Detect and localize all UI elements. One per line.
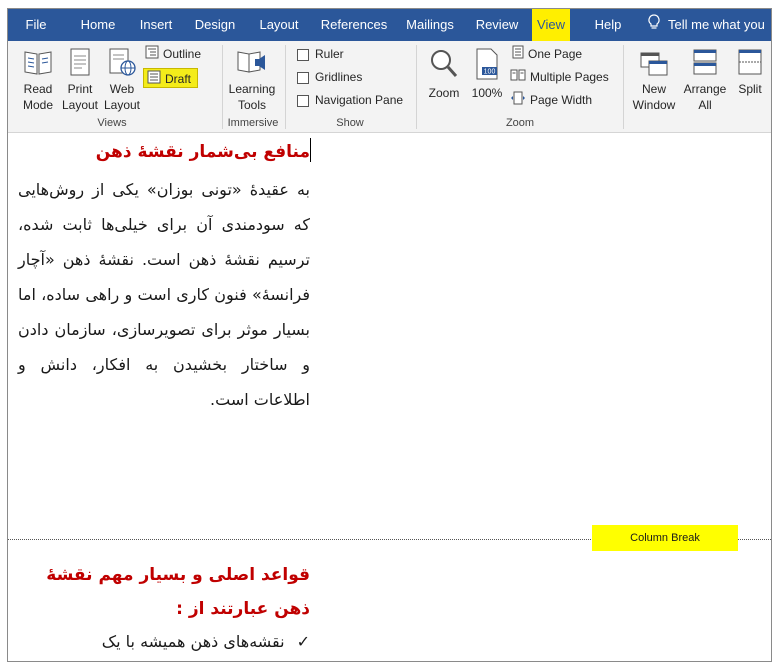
group-label-views: Views [97,117,127,129]
document-paragraph-1: به عقیدهٔ «تونی بوزان» یکی از روش‌هایی ک… [18,180,310,409]
read-mode-label-1: Read [23,82,53,96]
split-label: Split [738,82,762,96]
learning-tools-icon [237,51,265,73]
new-window-label-1: New [641,82,666,96]
lightbulb-icon [648,10,660,42]
checkbox-icon [297,94,309,107]
web-layout-button[interactable]: Web Layout [102,47,142,113]
tab-insert[interactable]: Insert [132,9,180,41]
tab-mailings[interactable]: Mailings [400,9,460,41]
read-mode-icon [24,51,52,75]
page-width-label: Page Width [530,93,593,107]
multiple-pages-button[interactable]: Multiple Pages [510,67,609,87]
multiple-pages-label: Multiple Pages [530,70,609,84]
tell-me-text: Tell me what you [668,17,765,32]
learning-tools-button[interactable]: Learning Tools [226,47,278,113]
zoom-100-icon-text: 100 [484,69,496,76]
draft-label: Draft [165,72,192,86]
zoom-button[interactable]: Zoom [424,47,464,101]
zoom-100-label: 100% [471,86,503,100]
draft-button[interactable]: Draft [143,68,199,90]
arrange-all-icon [693,49,717,75]
gridlines-checkbox[interactable]: Gridlines [297,67,362,87]
learning-tools-label-1: Learning [228,82,276,96]
print-layout-label-1: Print [67,82,93,96]
print-layout-button[interactable]: Print Layout [60,47,100,113]
tab-help[interactable]: Help [586,9,630,41]
print-layout-icon [70,48,90,76]
ruler-label: Ruler [315,47,344,61]
arrange-all-label-1: Arrange [683,82,727,96]
one-page-button[interactable]: One Page [512,44,582,64]
new-window-label-2: Window [632,98,676,112]
tab-design[interactable]: Design [190,9,240,41]
read-mode-label-2: Mode [22,98,54,112]
split-button[interactable]: Split [732,47,768,97]
web-layout-label-1: Web [109,82,135,96]
new-window-button[interactable]: New Window [628,47,680,113]
document-heading-1: منافع بی‌شمار نقشهٔ ذهن [95,142,310,162]
tab-review[interactable]: Review [472,9,522,41]
arrange-all-button[interactable]: Arrange All [680,47,730,113]
tab-view[interactable]: View [532,9,570,41]
page-width-button[interactable]: Page Width [510,90,592,110]
checkbox-icon [297,71,309,84]
navigation-pane-label: Navigation Pane [315,93,404,107]
navigation-pane-checkbox[interactable]: Navigation Pane [297,90,403,110]
outline-label: Outline [163,47,202,61]
tab-home[interactable]: Home [74,9,122,41]
read-mode-button[interactable]: Read Mode [16,47,60,113]
group-label-zoom: Zoom [505,117,535,129]
outline-icon [145,45,159,65]
one-page-icon [512,45,524,65]
document-heading-2: قواعد اصلی و بسیار مهم نقشهٔ ذهن عبارتند… [46,565,310,619]
page-width-icon [510,91,526,111]
magnifier-icon [431,50,458,77]
print-layout-label-2: Layout [61,98,99,112]
ruler-checkbox[interactable]: Ruler [297,44,344,64]
group-label-immersive: Immersive [227,117,279,129]
one-page-label: One Page [528,47,583,61]
learning-tools-label-2: Tools [237,98,266,112]
tell-me-box[interactable]: Tell me what you [648,9,765,41]
bullet-item: ✓ نقشه‌های ذهن همیشه با یک [18,630,310,654]
outline-button[interactable]: Outline [145,44,201,64]
word-window: File Home Insert Design Layout Reference… [7,8,772,662]
group-separator [416,45,417,129]
group-separator [623,45,624,129]
arrange-all-label-2: All [698,98,712,112]
ribbon-tab-bar: File Home Insert Design Layout Reference… [8,9,771,41]
column-break-label: Column Break [592,525,738,551]
ribbon-view: Read Mode Print Layout Web Layout Outlin… [8,41,771,133]
split-icon [738,49,762,75]
new-window-icon [640,52,668,76]
zoom-100-icon: 100 [476,48,498,80]
web-layout-label-2: Layout [103,98,141,112]
draft-icon [147,70,161,90]
zoom-100-button[interactable]: 100 100% [469,47,505,101]
tab-file[interactable]: File [16,9,56,41]
bullet-text: نقشه‌های ذهن همیشه با یک [101,632,285,651]
checkmark-icon: ✓ [296,632,310,651]
tab-layout[interactable]: Layout [254,9,304,41]
zoom-label: Zoom [428,86,460,100]
text-caret [310,138,311,162]
checkbox-icon [297,48,309,61]
group-separator [285,45,286,129]
tab-references[interactable]: References [314,9,394,41]
document-area[interactable]: منافع بی‌شمار نقشهٔ ذهن به عقیدهٔ «تونی … [8,134,771,661]
multiple-pages-icon [510,68,526,88]
group-label-show: Show [336,117,364,129]
gridlines-label: Gridlines [315,70,363,84]
web-layout-icon [109,48,136,76]
